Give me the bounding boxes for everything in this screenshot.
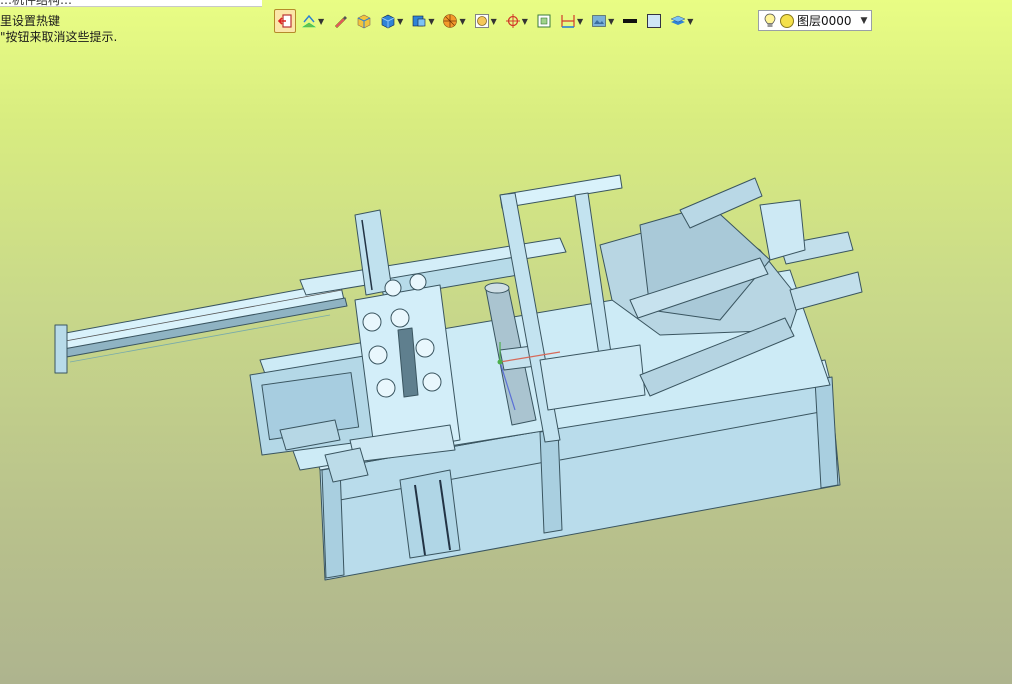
chevron-down-icon[interactable]: ▼ xyxy=(857,16,871,26)
line-color-icon xyxy=(623,19,638,23)
zoom-icon xyxy=(474,14,489,28)
dimension-icon xyxy=(561,15,575,28)
hint-line-1: 里设置热键 xyxy=(0,14,61,28)
view-toolbar: ▼ ▼ ▼ ▼ ▼ ▼ ▼ ▼ ▼ xyxy=(274,9,696,33)
machine-model xyxy=(54,174,863,581)
section-icon xyxy=(443,14,458,28)
title-tab-strip: …机件结构… xyxy=(0,0,262,7)
lightbulb-icon[interactable] xyxy=(763,13,777,29)
solid-view-button[interactable]: ▼ xyxy=(377,9,406,33)
exit-sketch-button[interactable] xyxy=(274,9,296,33)
line-color-button[interactable] xyxy=(619,9,641,33)
box-solid-button[interactable] xyxy=(353,9,375,33)
pencil-button[interactable] xyxy=(329,9,351,33)
sketch-tools-icon xyxy=(302,14,316,28)
exit-arrow-icon xyxy=(277,14,292,28)
layer-color-swatch xyxy=(780,13,794,28)
dimension-button[interactable]: ▼ xyxy=(557,9,586,33)
render-mode-icon xyxy=(592,15,606,27)
window-tab-title[interactable]: …机件结构… xyxy=(0,0,262,8)
crosshair-icon xyxy=(505,14,520,28)
shaded-view-button[interactable]: ▼ xyxy=(408,9,437,33)
render-mode-button[interactable]: ▼ xyxy=(588,9,617,33)
layer-select[interactable]: 图层0000 ▼ xyxy=(758,10,872,31)
fill-color-button[interactable] xyxy=(643,9,665,33)
section-button[interactable]: ▼ xyxy=(439,9,468,33)
box-solid-icon xyxy=(357,14,371,29)
cad-viewport[interactable] xyxy=(0,40,1012,684)
frame-icon xyxy=(537,14,551,28)
cube-icon xyxy=(381,14,395,29)
shaded-view-icon xyxy=(413,15,426,27)
fill-color-icon xyxy=(647,14,662,28)
layer-select-value: 图层0000 xyxy=(797,14,852,28)
snap-button[interactable]: ▼ xyxy=(502,9,531,33)
zoom-button[interactable]: ▼ xyxy=(471,9,500,33)
layers-icon xyxy=(670,15,686,25)
pencil-icon xyxy=(334,16,348,29)
sketch-tools-button[interactable]: ▼ xyxy=(298,9,327,33)
layers-button[interactable]: ▼ xyxy=(667,9,696,33)
frame-button[interactable] xyxy=(533,9,555,33)
